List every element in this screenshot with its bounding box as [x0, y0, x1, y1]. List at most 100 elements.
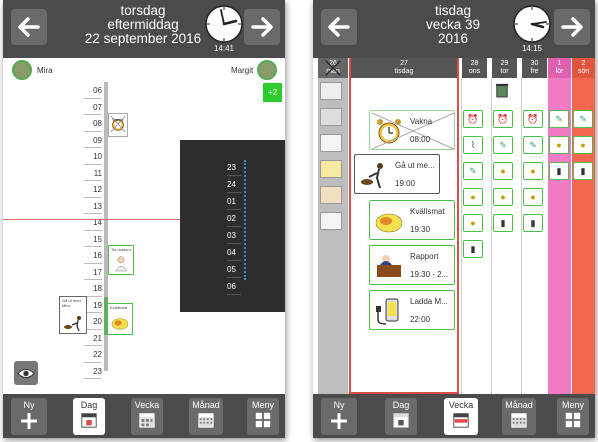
event-ga-ut-med-mira[interactable]: Gå ut med Mira [59, 296, 87, 334]
hour-label: 11 [84, 165, 102, 181]
person-row: Mira Margit [3, 58, 285, 82]
day-header-mon[interactable]: 26 mån [318, 58, 348, 78]
mini-meal-icon[interactable]: ● [549, 136, 569, 154]
day-num: 30 [530, 60, 539, 67]
mini-alarm-icon[interactable]: ⏰ [463, 110, 483, 128]
more-persons-badge[interactable]: +2 [263, 83, 282, 102]
mini-meal-icon[interactable]: ● [463, 188, 483, 206]
mini-charge-icon[interactable]: ▮ [549, 162, 569, 180]
day-header-thu[interactable]: 29 tor [492, 58, 517, 78]
new-activity-button[interactable]: Ny [321, 398, 357, 435]
arrow-right-icon [251, 17, 273, 37]
sidebar-walk-icon[interactable] [320, 212, 342, 230]
mini-toothbrush-icon[interactable]: ⌇ [463, 136, 483, 154]
mini-alarm-icon[interactable]: ⏰ [523, 110, 543, 128]
new-activity-button[interactable]: Ny [11, 398, 47, 435]
avatar-mira[interactable] [12, 60, 32, 80]
mini-brush-icon[interactable]: ✎ [549, 110, 569, 128]
sidebar-meal-icon[interactable] [320, 160, 342, 178]
previous-arrow-button[interactable] [321, 9, 357, 45]
mini-meal-icon[interactable]: ● [493, 188, 513, 206]
sidebar-card-icon[interactable] [320, 82, 342, 100]
hour-label: 16 [84, 247, 102, 264]
day-header-wed[interactable]: 28 ons [462, 58, 487, 78]
event-tid-doktorn[interactable]: Tid doktorn [108, 245, 134, 275]
sidebar-work-icon[interactable] [320, 186, 342, 204]
eye-icon [17, 368, 35, 378]
avatar-margit[interactable] [257, 60, 277, 80]
mini-brush-icon[interactable]: ✎ [573, 110, 593, 128]
previous-arrow-button[interactable] [11, 9, 47, 45]
day-view-screen: torsdag eftermiddag 22 september 2016 14… [3, 0, 285, 438]
bottom-navigation: Ny Dag Vecka Månad Meny [3, 394, 285, 438]
clock-time: 14:41 [213, 44, 235, 53]
hour-label: 18 [84, 280, 102, 297]
weekday-label: torsdag [120, 3, 166, 18]
nav-label: Vecka [134, 400, 160, 410]
view-toggle-button[interactable] [14, 361, 38, 385]
activity-card[interactable]: Vakna 08:00 [369, 110, 455, 150]
event-vakna[interactable]: Vakna [108, 113, 128, 137]
day-name: sön [577, 68, 590, 75]
part-of-day-label: eftermiddag [107, 17, 179, 32]
mini-charge-icon[interactable]: ▮ [493, 214, 513, 232]
plus-icon [331, 413, 347, 429]
mini-meal-icon[interactable]: ● [523, 162, 543, 180]
tab-week[interactable]: Vecka [444, 398, 478, 435]
calendar-week-icon [453, 413, 469, 428]
next-arrow-button[interactable] [554, 9, 590, 45]
activity-card[interactable]: Kvällsmat 19:30 [369, 200, 455, 240]
hour-label: 03 [227, 228, 241, 244]
mini-meal-icon[interactable]: ● [573, 136, 593, 154]
header-bar: tisdag vecka 39 2016 14:15 [313, 0, 595, 58]
mini-brush-icon[interactable]: ✎ [493, 136, 513, 154]
day-header-sat[interactable]: 1 lör [548, 58, 571, 78]
sidebar-brush-icon[interactable] [320, 134, 342, 152]
mini-charge-icon[interactable]: ▮ [523, 214, 543, 232]
timeline-track [104, 335, 108, 371]
week-title: tisdag vecka 39 2016 [393, 4, 513, 46]
tab-month[interactable]: Månad [502, 398, 536, 435]
hour-label: 07 [84, 99, 102, 115]
mini-alarm-icon[interactable]: ⏰ [493, 110, 513, 128]
tab-day[interactable]: Dag [385, 398, 417, 435]
card-title: Vakna [410, 117, 433, 126]
mini-meal-icon[interactable]: ● [493, 162, 513, 180]
hour-label: 10 [84, 148, 102, 165]
nav-label: Meny [251, 400, 274, 410]
mini-meal-icon[interactable]: ● [523, 188, 543, 206]
next-arrow-button[interactable] [244, 9, 280, 45]
activity-card[interactable]: Ladda M... 22:00 [369, 290, 455, 330]
card-title: Ladda M... [410, 297, 448, 306]
year-label: 2016 [437, 31, 469, 46]
menu-button[interactable]: Meny [557, 398, 589, 435]
doctor-icon [115, 256, 127, 272]
trash-bin-icon[interactable] [492, 81, 512, 99]
mini-charge-icon[interactable]: ▮ [463, 240, 483, 258]
nav-label: Vecka [448, 400, 474, 410]
person-name-left: Mira [37, 66, 53, 75]
day-header-sun[interactable]: 2 sön [572, 58, 595, 78]
tab-week[interactable]: Vecka [131, 398, 163, 435]
menu-button[interactable]: Meny [247, 398, 279, 435]
mini-meal-icon[interactable]: ● [463, 214, 483, 232]
activity-card[interactable]: Gå ut me... 19:00 [354, 154, 440, 194]
event-label: Kvällsmat [110, 305, 128, 310]
analog-clock-icon [205, 5, 243, 43]
mini-brush-icon[interactable]: ✎ [463, 162, 483, 180]
calendar-month-icon [198, 413, 214, 428]
day-name: tisdag [394, 68, 414, 75]
day-header-today[interactable]: 27 tisdag [351, 58, 457, 78]
mini-charge-icon[interactable]: ▮ [573, 162, 593, 180]
hour-label: 23 [227, 160, 241, 176]
sidebar-list-icon[interactable] [320, 108, 342, 126]
day-header-fri[interactable]: 30 fre [522, 58, 547, 78]
card-time: 19:30 - 2... [410, 270, 449, 279]
event-kvallsmat[interactable]: Kvällsmat [107, 303, 133, 335]
full-date-label: 22 september 2016 [84, 31, 202, 46]
tab-day[interactable]: Dag [73, 398, 105, 435]
mini-brush-icon[interactable]: ✎ [523, 136, 543, 154]
date-title: torsdag eftermiddag 22 september 2016 [83, 4, 203, 46]
activity-card[interactable]: Rapport 19:30 - 2... [369, 245, 455, 285]
tab-month[interactable]: Månad [189, 398, 223, 435]
